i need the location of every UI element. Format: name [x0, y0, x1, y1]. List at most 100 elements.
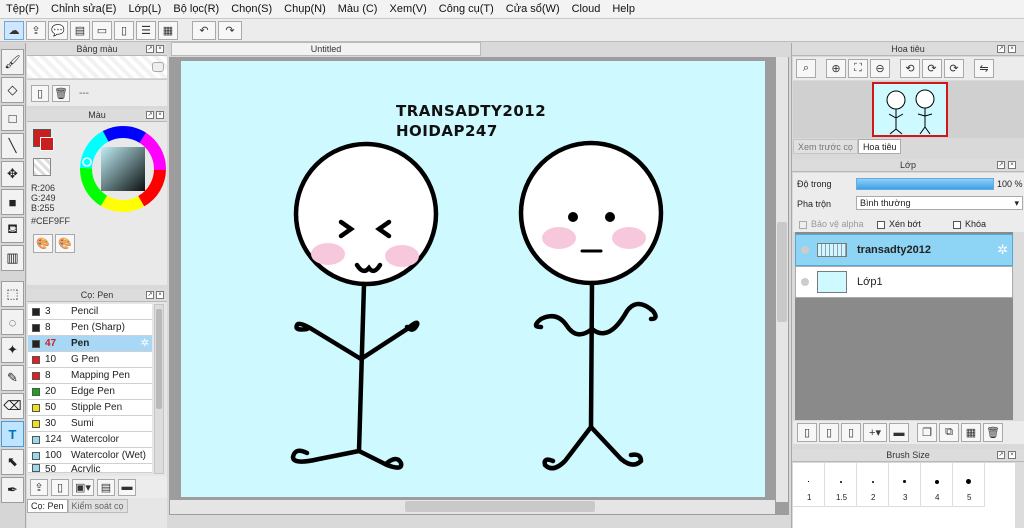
- brush-item[interactable]: 50 Acrylic: [28, 464, 152, 473]
- panel-close-icon[interactable]: ×: [156, 291, 164, 299]
- panel-close-icon[interactable]: ×: [156, 45, 164, 53]
- layer-visibility-icon[interactable]: [801, 246, 809, 254]
- duplicate-layer-icon[interactable]: ❐: [917, 423, 937, 442]
- panel-close-icon[interactable]: ×: [1008, 45, 1016, 53]
- menu-capture[interactable]: Chụp(N): [278, 3, 332, 15]
- panel-popout-icon[interactable]: ↗: [997, 45, 1005, 53]
- panel-close-icon[interactable]: ×: [1008, 451, 1016, 459]
- panel-close-icon[interactable]: ×: [1008, 161, 1016, 169]
- brush-item[interactable]: 8 Mapping Pen: [28, 368, 152, 384]
- new-swatch-icon[interactable]: ▯: [31, 84, 49, 102]
- list-icon[interactable]: ☰: [136, 20, 156, 40]
- zoom-fit-icon[interactable]: ⌕: [796, 59, 816, 78]
- comment-icon[interactable]: ▤: [70, 20, 90, 40]
- protect-alpha-checkbox[interactable]: Bảo vệ alpha: [799, 219, 864, 229]
- select-eraser-icon[interactable]: ⌫: [1, 393, 24, 419]
- grid-icon[interactable]: ▦: [158, 20, 178, 40]
- new-color-layer-icon[interactable]: ▯: [797, 423, 817, 442]
- add-layer-menu-icon[interactable]: +▾: [863, 423, 887, 442]
- brush-size-cell[interactable]: 4: [921, 463, 953, 507]
- rectangle-tool-icon[interactable]: □: [1, 105, 24, 131]
- new-folder-icon[interactable]: ▬: [889, 423, 909, 442]
- clipping-checkbox[interactable]: Xén bớt: [877, 219, 921, 229]
- bucket-tool-icon[interactable]: ⛾: [1, 217, 24, 243]
- brush-size-cell[interactable]: 1: [793, 463, 825, 507]
- brush-doc-icon[interactable]: ▤: [97, 478, 115, 496]
- merge-down-icon[interactable]: ⧉: [939, 423, 959, 442]
- drawing-canvas[interactable]: TRANSADTY2012 HOIDAP247: [181, 61, 765, 497]
- menu-select[interactable]: Chọn(S): [225, 3, 278, 15]
- brush-cloud-icon[interactable]: ⇪: [30, 478, 48, 496]
- brush-item[interactable]: 10 G Pen: [28, 352, 152, 368]
- tab-navigator[interactable]: Hoa tiêu: [857, 139, 902, 154]
- lock-checkbox[interactable]: Khóa: [953, 219, 986, 229]
- rotate-right-icon[interactable]: ⟳: [944, 59, 964, 78]
- panel-popout-icon[interactable]: ↗: [997, 161, 1005, 169]
- canvas-vscroll-thumb[interactable]: [777, 222, 787, 322]
- layer-list-scrollbar[interactable]: [1014, 232, 1024, 420]
- eraser-tool-icon[interactable]: ◇: [1, 77, 24, 103]
- color-wheel[interactable]: [79, 125, 167, 213]
- cloud-icon[interactable]: ☁: [4, 20, 24, 40]
- menu-help[interactable]: Help: [606, 3, 641, 15]
- canvas-vscrollbar[interactable]: [776, 57, 788, 502]
- new-1bit-layer-icon[interactable]: ▯: [841, 423, 861, 442]
- line-tool-icon[interactable]: ╲: [1, 133, 24, 159]
- brush-tool-icon[interactable]: 🖌: [1, 49, 24, 75]
- palette-settings-icon[interactable]: 🎨: [55, 234, 75, 253]
- brush-item[interactable]: 50 Stipple Pen: [28, 400, 152, 416]
- brush-item[interactable]: 124 Watercolor: [28, 432, 152, 448]
- brush-size-cell[interactable]: 3: [889, 463, 921, 507]
- panel-popout-icon[interactable]: ↗: [997, 451, 1005, 459]
- menu-edit[interactable]: Chỉnh sửa(E): [45, 3, 122, 15]
- palette-swatches[interactable]: [27, 56, 167, 78]
- brush-size-cell[interactable]: 2: [857, 463, 889, 507]
- navigator-preview[interactable]: [872, 82, 948, 137]
- text-tool-icon[interactable]: T: [1, 421, 24, 447]
- tab-brush[interactable]: Cọ: Pen: [27, 499, 68, 513]
- eyedropper-icon[interactable]: ✒: [1, 477, 24, 503]
- menu-view[interactable]: Xem(V): [383, 3, 432, 15]
- brush-item-selected[interactable]: 47 Pen ✲: [28, 336, 152, 352]
- brush-item[interactable]: 3 Pencil: [28, 304, 152, 320]
- brush-list-scrollbar[interactable]: [154, 304, 164, 474]
- blend-mode-select[interactable]: Bình thường ▾: [856, 196, 1023, 210]
- panel-popout-icon[interactable]: ↗: [146, 45, 154, 53]
- brush-item[interactable]: 20 Edge Pen: [28, 384, 152, 400]
- redo-icon[interactable]: ↷: [218, 20, 242, 40]
- brush-new-icon[interactable]: ▯: [51, 478, 69, 496]
- menu-window[interactable]: Cửa sổ(W): [500, 3, 566, 15]
- magic-wand-icon[interactable]: ✦: [1, 337, 24, 363]
- panel-popout-icon[interactable]: ↗: [146, 111, 154, 119]
- opacity-slider[interactable]: [856, 178, 994, 190]
- delete-layer-icon[interactable]: 🗑: [983, 423, 1003, 442]
- layer-row-selected[interactable]: transadty2012 ✲: [795, 234, 1013, 266]
- layer-mask-icon[interactable]: ▦: [961, 423, 981, 442]
- zoom-out-icon[interactable]: ⊖: [870, 59, 890, 78]
- palette-icon[interactable]: 🎨: [33, 234, 53, 253]
- delete-swatch-icon[interactable]: 🗑: [52, 84, 70, 102]
- flip-icon[interactable]: ⇋: [974, 59, 994, 78]
- undo-icon[interactable]: ↶: [192, 20, 216, 40]
- layer-visibility-icon[interactable]: [801, 278, 809, 286]
- operation-tool-icon[interactable]: ⬉: [1, 449, 24, 475]
- layer-settings-icon[interactable]: ✲: [997, 242, 1008, 258]
- menu-layer[interactable]: Lớp(L): [122, 3, 167, 15]
- lasso-icon[interactable]: ◌: [1, 309, 24, 335]
- canvas-hscrollbar[interactable]: [170, 500, 775, 514]
- brush-item[interactable]: 100 Watercolor (Wet): [28, 448, 152, 464]
- brush-size-cell[interactable]: 1.5: [825, 463, 857, 507]
- menu-color[interactable]: Màu (C): [332, 3, 384, 15]
- select-pen-icon[interactable]: ✎: [1, 365, 24, 391]
- tab-brush-preview[interactable]: Xem trước cọ: [793, 139, 858, 154]
- fill-rect-tool-icon[interactable]: ■: [1, 189, 24, 215]
- select-rect-icon[interactable]: ⬚: [1, 281, 24, 307]
- tab-brush-control[interactable]: Kiểm soát cọ: [67, 499, 128, 513]
- brush-settings-icon[interactable]: ✲: [141, 338, 149, 349]
- brush-size-scrollbar[interactable]: [1015, 463, 1024, 528]
- rotate-left-icon[interactable]: ⟲: [900, 59, 920, 78]
- zoom-in-icon[interactable]: ⊕: [826, 59, 846, 78]
- reset-view-icon[interactable]: ⟳: [922, 59, 942, 78]
- menu-file[interactable]: Tệp(F): [0, 3, 45, 15]
- panel-close-icon[interactable]: ×: [156, 111, 164, 119]
